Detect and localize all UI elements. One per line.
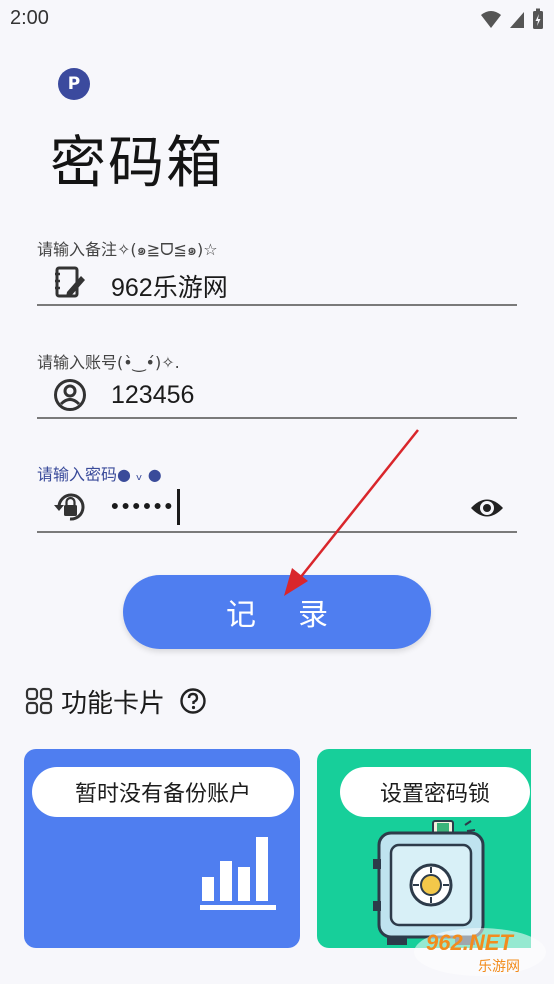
password-dots: •••••• (111, 493, 176, 519)
page-title: 密码箱 (50, 131, 224, 196)
signal-icon (510, 12, 524, 28)
wifi-icon (481, 11, 501, 28)
note-input[interactable]: 962乐游网 (111, 268, 228, 304)
account-circle-icon (54, 379, 86, 411)
account-field[interactable]: 请输入账号(•̀‿•́)✧. 123456 (37, 349, 517, 421)
password-input[interactable]: •••••• (111, 489, 181, 525)
account-field-label: 请输入账号(•̀‿•́)✧. (37, 353, 180, 372)
password-underline (37, 531, 517, 533)
status-time: 2:00 (10, 7, 49, 29)
app-logo-letter: P (67, 74, 81, 94)
watermark-logo: 962.NET 乐游网 (412, 926, 548, 978)
note-underline (37, 304, 517, 306)
battery-icon (533, 8, 543, 29)
watermark-text: 962.NET (426, 930, 513, 955)
password-lock-card[interactable]: 设置密码锁 (317, 749, 531, 948)
text-caret (177, 489, 181, 525)
account-underline (37, 417, 517, 419)
status-icons (480, 8, 544, 30)
password-field[interactable]: 请输入密码● ᵥ ● •••••• (37, 461, 517, 535)
feature-section-title: 功能卡片 (61, 688, 166, 719)
backup-card[interactable]: 暂时没有备份账户 (24, 749, 300, 948)
grid-icon (25, 687, 53, 715)
app-logo: P (58, 68, 90, 100)
eye-icon[interactable] (469, 493, 505, 523)
feature-section-header: 功能卡片 (25, 684, 207, 719)
bar-chart-icon (200, 837, 276, 910)
password-lock-card-label: 设置密码锁 (340, 767, 530, 817)
watermark-subtext: 乐游网 (478, 959, 520, 975)
note-field-label: 请输入备注✧(๑≧ᗜ≦๑)☆ (37, 240, 218, 259)
record-button[interactable]: 记录 (123, 575, 431, 649)
backup-card-label: 暂时没有备份账户 (32, 767, 294, 817)
lock-reset-icon (54, 493, 85, 521)
password-field-label: 请输入密码● ᵥ ● (37, 465, 162, 484)
status-bar: 2:00 (0, 0, 554, 38)
help-icon[interactable] (179, 687, 207, 715)
notebook-edit-icon (55, 266, 85, 298)
account-input[interactable]: 123456 (111, 381, 194, 410)
note-field[interactable]: 请输入备注✧(๑≧ᗜ≦๑)☆ 962乐游网 (37, 236, 517, 308)
